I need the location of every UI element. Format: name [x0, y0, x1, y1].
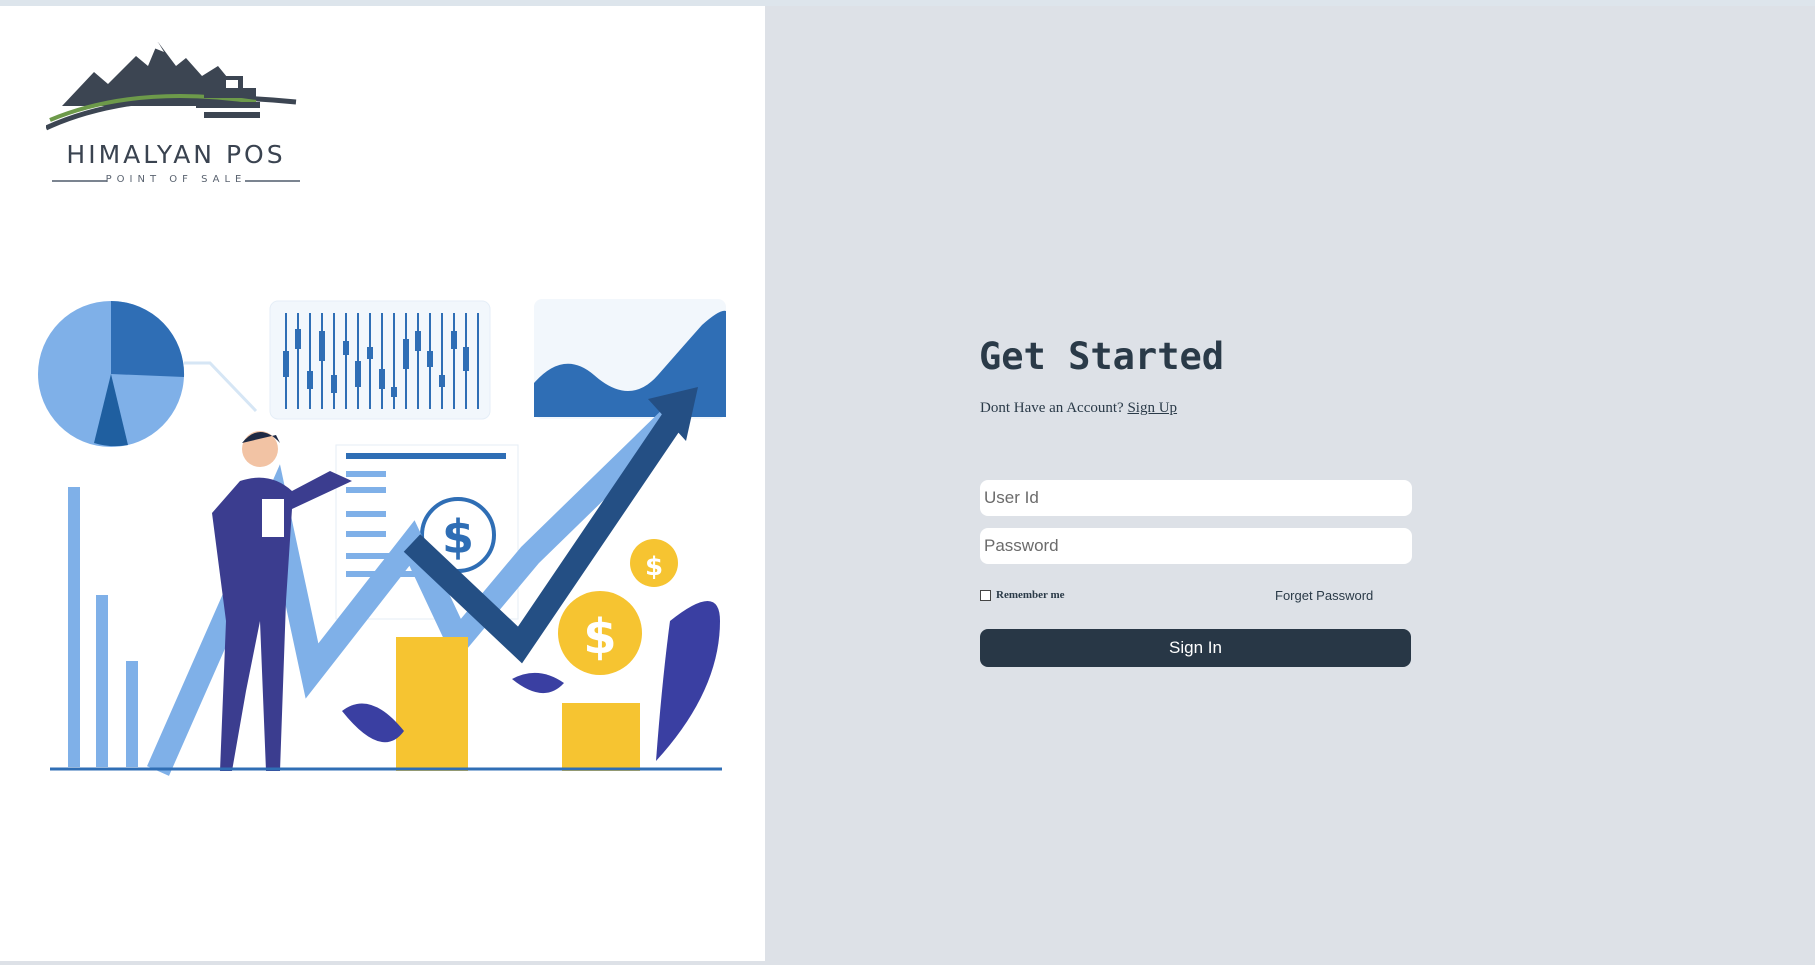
signup-prompt: Dont Have an Account? Sign Up — [980, 400, 1177, 417]
right-panel: Get Started Dont Have an Account? Sign U… — [765, 0, 1815, 965]
business-growth-illustration: $ $ $ — [38, 299, 726, 776]
forget-password-link[interactable]: Forget Password — [1275, 588, 1373, 603]
candlestick-chart-icon — [269, 300, 491, 420]
mountain-logo-icon — [46, 42, 297, 131]
left-panel: HIMALYAN POS POINT OF SALE $ $ $ — [0, 6, 765, 961]
himalyan-pos-logo: HIMALYAN POS POINT OF SALE — [46, 36, 306, 192]
remember-me-checkbox[interactable] — [980, 589, 991, 601]
logo-title: HIMALYAN POS — [66, 140, 286, 169]
no-account-text: Dont Have an Account? — [980, 400, 1124, 416]
signup-link[interactable]: Sign Up — [1127, 400, 1177, 416]
svg-text:$: $ — [442, 510, 474, 564]
pie-chart-icon — [38, 300, 185, 447]
logo-divider-right — [245, 180, 300, 182]
sign-in-button[interactable]: Sign In — [980, 629, 1411, 667]
page-title: Get Started — [979, 335, 1225, 378]
bar-chart-icon — [68, 487, 138, 767]
password-input[interactable] — [980, 528, 1412, 564]
remember-me-label: Remember me — [996, 589, 1065, 601]
area-chart-icon — [534, 299, 726, 419]
svg-text:$: $ — [583, 609, 616, 665]
user-id-input[interactable] — [980, 480, 1412, 516]
remember-me-row: Remember me — [980, 589, 1065, 601]
svg-text:$: $ — [645, 552, 663, 582]
